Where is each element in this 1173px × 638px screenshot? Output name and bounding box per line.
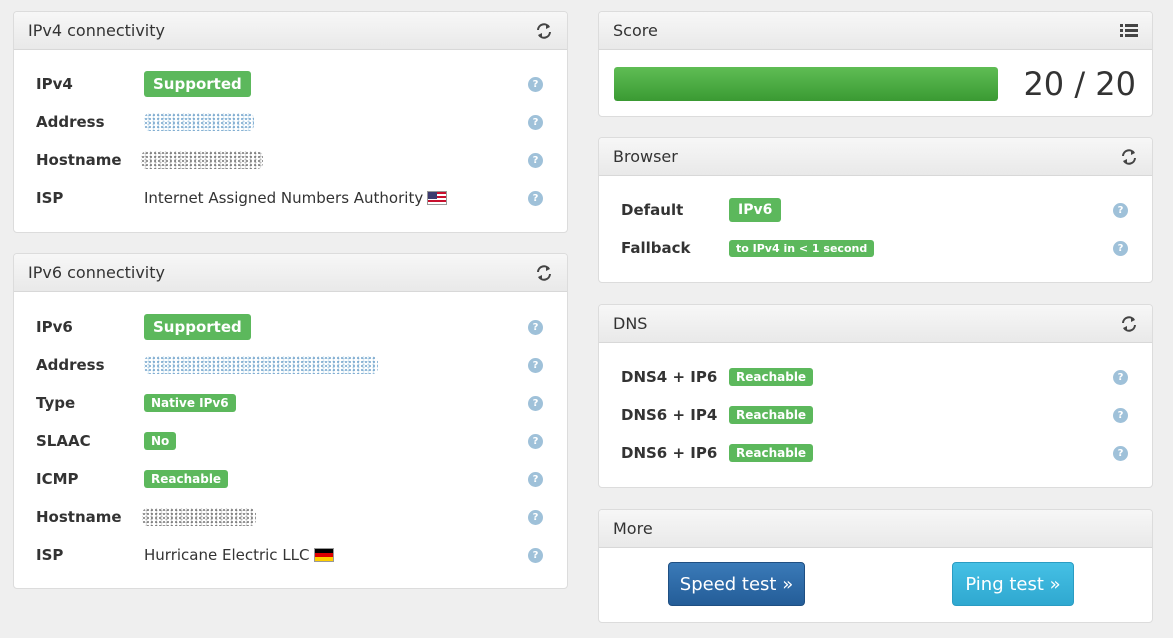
help-icon[interactable]: ? [1113,202,1128,218]
score-progress-fill [614,67,998,101]
score-progress-bar [614,67,998,101]
help-icon[interactable]: ? [528,114,543,130]
score-panel: Score 20 / 20 [598,11,1153,117]
score-panel-title: Score [613,21,658,40]
ipv6-row-hostname: Hostname ? [14,502,567,532]
more-panel-title: More [613,519,653,538]
row-label: Hostname [36,151,122,169]
isp-name: Hurricane Electric LLC [144,546,310,564]
help-icon[interactable]: ? [528,76,543,92]
dns-row-dns6-ip4: DNS6 + IP4 Reachable ? [599,400,1152,430]
row-label: ICMP [36,470,79,488]
status-badge: No [144,432,177,450]
help-icon[interactable]: ? [1113,240,1128,256]
dns-panel: DNS DNS4 + IP6 Reachable ? DNS6 + IP4 Re… [598,304,1153,488]
help-icon[interactable]: ? [528,152,543,168]
help-icon[interactable]: ? [528,547,543,563]
ipv6-row-support: IPv6 Supported ? [14,312,567,342]
status-badge: Reachable [729,444,814,462]
dns-panel-title: DNS [613,314,648,333]
refresh-icon[interactable] [535,264,553,282]
row-label: Default [621,201,684,219]
ipv4-row-support: IPv4 Supported ? [14,69,567,99]
ipv6-row-type: Type Native IPv6 ? [14,388,567,418]
dns-row-dns4-ip6: DNS4 + IP6 Reachable ? [599,362,1152,392]
ipv6-row-icmp: ICMP Reachable ? [14,464,567,494]
row-label: Address [36,356,105,374]
browser-panel-header: Browser [599,138,1152,176]
ipv4-row-isp: ISP Internet Assigned Numbers Authority … [14,183,567,213]
status-badge: Reachable [144,470,229,488]
help-icon[interactable]: ? [1113,407,1128,423]
ipv4-panel-header: IPv4 connectivity [14,12,567,50]
row-label: IPv4 [36,75,73,93]
ipv4-row-hostname: Hostname ? [14,145,567,175]
redacted-hostname [141,151,263,169]
redacted-address [144,356,378,374]
isp-name: Internet Assigned Numbers Authority [144,189,424,207]
help-icon[interactable]: ? [528,190,543,206]
row-label: Fallback [621,239,691,257]
row-label: IPv6 [36,318,73,336]
row-label: Address [36,113,105,131]
score-panel-header: Score [599,12,1152,50]
more-panel: More Speed test » Ping test » [598,509,1153,623]
row-label: DNS6 + IP6 [621,444,718,462]
row-label: SLAAC [36,432,91,450]
ping-test-button[interactable]: Ping test » [952,562,1074,606]
ipv4-panel: IPv4 connectivity IPv4 Supported ? Addre… [13,11,568,233]
status-badge: Reachable [729,406,814,424]
status-badge: IPv6 [729,198,782,222]
speed-test-button[interactable]: Speed test » [668,562,805,606]
ipv6-row-isp: ISP Hurricane Electric LLC ? [14,540,567,570]
dns-row-dns6-ip6: DNS6 + IP6 Reachable ? [599,438,1152,468]
help-icon[interactable]: ? [528,509,543,525]
redacted-address [144,113,254,131]
browser-panel-title: Browser [613,147,678,166]
row-label: DNS6 + IP4 [621,406,718,424]
ipv4-panel-title: IPv4 connectivity [28,21,165,40]
ipv6-row-slaac: SLAAC No ? [14,426,567,456]
ipv6-panel-header: IPv6 connectivity [14,254,567,292]
score-value: 20 / 20 [1023,65,1136,103]
row-label: DNS4 + IP6 [621,368,718,386]
ipv6-panel-title: IPv6 connectivity [28,263,165,282]
status-badge: Native IPv6 [144,394,236,412]
refresh-icon[interactable] [1120,148,1138,166]
us-flag-icon [427,191,448,205]
help-icon[interactable]: ? [528,471,543,487]
help-icon[interactable]: ? [528,357,543,373]
row-label: Hostname [36,508,122,526]
ipv6-panel: IPv6 connectivity IPv6 Supported ? Addre… [13,253,568,589]
help-icon[interactable]: ? [528,395,543,411]
redacted-hostname [142,508,256,526]
refresh-icon[interactable] [1120,315,1138,333]
de-flag-icon [313,548,334,562]
row-label: ISP [36,189,64,207]
browser-row-default: Default IPv6 ? [599,195,1152,225]
help-icon[interactable]: ? [1113,445,1128,461]
dns-panel-header: DNS [599,305,1152,343]
list-icon[interactable] [1120,22,1138,40]
help-icon[interactable]: ? [528,433,543,449]
row-label: ISP [36,546,64,564]
status-badge: Reachable [729,368,814,386]
status-badge: Supported [144,71,251,97]
status-badge: Supported [144,314,251,340]
status-badge: to IPv4 in < 1 second [729,239,875,257]
ipv4-row-address: Address ? [14,107,567,137]
help-icon[interactable]: ? [1113,369,1128,385]
help-icon[interactable]: ? [528,319,543,335]
refresh-icon[interactable] [535,22,553,40]
row-label: Type [36,394,76,412]
browser-panel: Browser Default IPv6 ? Fallback to IPv4 … [598,137,1153,283]
ipv6-row-address: Address ? [14,350,567,380]
browser-row-fallback: Fallback to IPv4 in < 1 second ? [599,233,1152,263]
more-panel-header: More [599,510,1152,548]
